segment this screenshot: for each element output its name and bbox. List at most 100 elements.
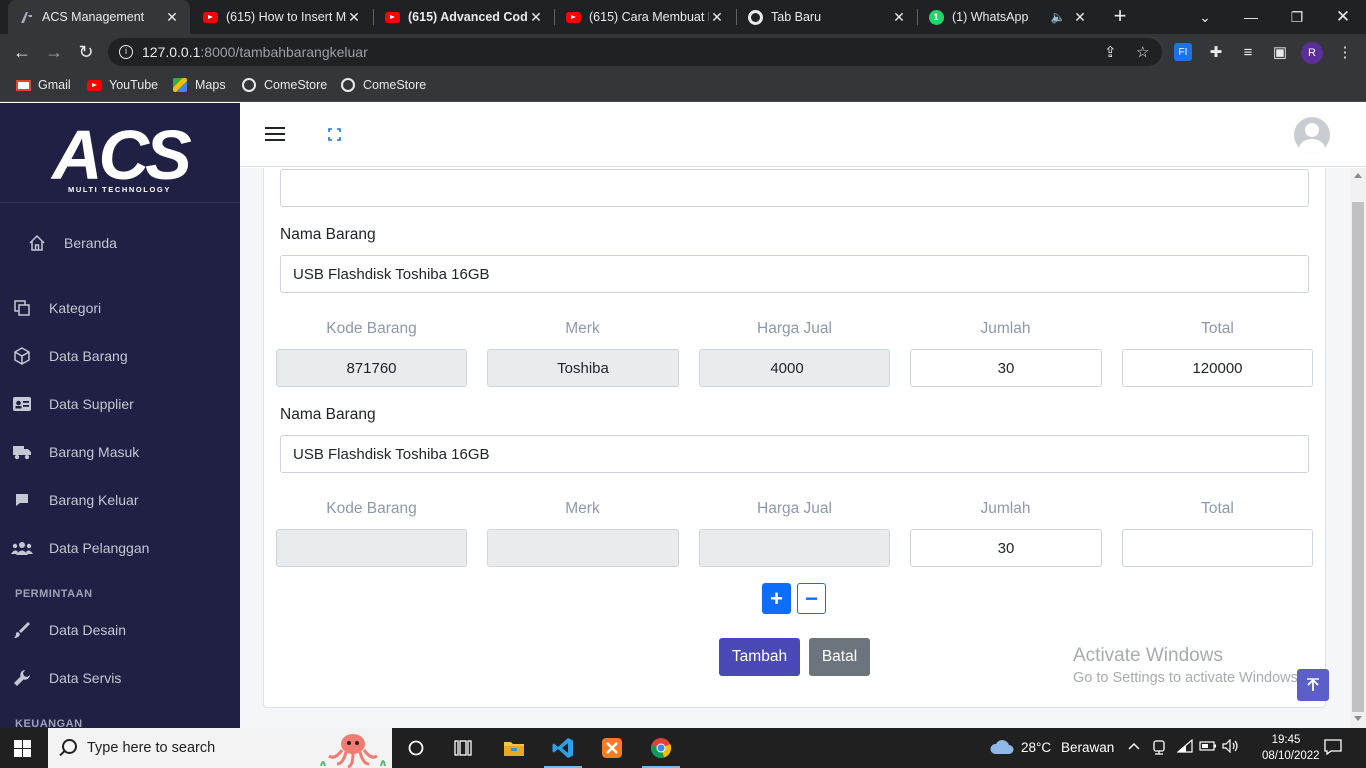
sidebar-item-data-barang[interactable]: Data Barang xyxy=(0,336,240,376)
extension-fi-icon[interactable]: FI xyxy=(1174,43,1192,61)
bookmark-maps[interactable]: Maps xyxy=(172,77,226,93)
extensions-puzzle-icon[interactable]: ✚ xyxy=(1207,43,1225,61)
chrome-taskbar-icon[interactable] xyxy=(649,736,673,760)
jumlah-input-1[interactable]: 30 xyxy=(910,349,1102,387)
nama-barang-select-2[interactable]: USB Flashdisk Toshiba 16GB xyxy=(280,435,1309,473)
file-explorer-icon[interactable] xyxy=(502,736,526,760)
windows-start-button[interactable] xyxy=(14,740,31,757)
back-button[interactable]: ← xyxy=(11,41,33,63)
copy-icon xyxy=(11,297,33,319)
task-view-icon[interactable] xyxy=(404,736,428,760)
hamburger-menu-icon[interactable] xyxy=(265,127,285,143)
restore-button[interactable]: ❐ xyxy=(1274,0,1320,34)
sidebar-item-barang-keluar[interactable]: Barang Keluar xyxy=(0,480,240,520)
sidebar-item-barang-masuk[interactable]: Barang Masuk xyxy=(0,432,240,472)
media-queue-icon[interactable]: ≡ xyxy=(1239,43,1257,61)
tab-title: (615) Advanced Code xyxy=(408,10,528,24)
bookmarks-bar: Gmail YouTube Maps ComeStore ComeStore xyxy=(0,70,1366,102)
audio-playing-icon[interactable]: 🔈 xyxy=(1050,10,1066,24)
merk-field-1: Toshiba xyxy=(487,349,679,387)
share-icon[interactable]: ⇪ xyxy=(1104,43,1117,61)
sidebar-item-data-servis[interactable]: Data Servis xyxy=(0,658,240,698)
weather-desc[interactable]: Berawan xyxy=(1061,740,1114,755)
tab-youtube-3[interactable]: (615) Cara Membuat F ✕ xyxy=(555,0,735,34)
battery-icon[interactable] xyxy=(1199,740,1217,755)
sidebar: ACS MULTI TECHNOLOGY Beranda Kategori Da… xyxy=(0,103,240,728)
sidebar-item-beranda[interactable]: Beranda xyxy=(0,223,240,263)
bookmark-youtube[interactable]: YouTube xyxy=(86,77,158,93)
harga-jual-field-1: 4000 xyxy=(699,349,890,387)
search-icon xyxy=(62,739,77,754)
search-highlight-octopus-icon xyxy=(315,730,391,768)
site-info-icon[interactable]: i xyxy=(119,45,133,59)
col-merk: Merk xyxy=(565,500,600,517)
bookmark-star-icon[interactable]: ☆ xyxy=(1136,43,1149,61)
page-scrollbar[interactable] xyxy=(1350,168,1366,728)
bookmark-comestore-2[interactable]: ComeStore xyxy=(340,77,426,93)
reload-button[interactable]: ↻ xyxy=(75,41,97,63)
weather-temp[interactable]: 28°C xyxy=(1021,740,1051,755)
scroll-down-arrow-icon[interactable] xyxy=(1354,716,1362,721)
close-tab-icon[interactable]: ✕ xyxy=(346,9,362,26)
tab-youtube-2[interactable]: (615) Advanced Code ✕ xyxy=(374,0,554,34)
batal-button[interactable]: Batal xyxy=(809,638,870,676)
bookmark-comestore-1[interactable]: ComeStore xyxy=(241,77,327,93)
vscode-icon[interactable] xyxy=(551,736,575,760)
gmail-icon xyxy=(15,77,31,93)
forward-button[interactable]: → xyxy=(43,41,65,63)
tab-acs-management[interactable]: ACS Management ✕ xyxy=(8,0,190,34)
back-to-top-button[interactable] xyxy=(1297,669,1329,701)
close-tab-icon[interactable]: ✕ xyxy=(164,9,180,26)
total-field-2 xyxy=(1122,529,1313,567)
add-row-button[interactable]: + xyxy=(762,583,791,614)
close-tab-icon[interactable]: ✕ xyxy=(1072,9,1088,26)
tambah-button[interactable]: Tambah xyxy=(719,638,800,676)
col-total: Total xyxy=(1201,320,1234,337)
close-tab-icon[interactable]: ✕ xyxy=(709,9,725,26)
sidebar-item-data-pelanggan[interactable]: Data Pelanggan xyxy=(0,528,240,568)
svg-text:MULTI TECHNOLOGY: MULTI TECHNOLOGY xyxy=(68,185,171,194)
sidebar-item-data-supplier[interactable]: Data Supplier xyxy=(0,384,240,424)
close-window-button[interactable]: ✕ xyxy=(1320,0,1366,34)
remove-row-button[interactable]: − xyxy=(797,583,826,614)
bookmark-gmail[interactable]: Gmail xyxy=(15,77,71,93)
weather-cloud-icon[interactable] xyxy=(989,738,1015,759)
merk-field-2 xyxy=(487,529,679,567)
sidebar-item-data-desain[interactable]: Data Desain xyxy=(0,610,240,650)
previous-field-input[interactable] xyxy=(280,169,1309,207)
users-icon xyxy=(11,537,33,559)
profile-avatar[interactable]: R xyxy=(1301,42,1323,64)
tab-whatsapp[interactable]: 1 (1) WhatsApp 🔈 ✕ xyxy=(918,0,1098,34)
taskbar-clock[interactable]: 19:45 08/10/2022 xyxy=(1262,732,1320,764)
app-header xyxy=(240,103,1366,167)
close-tab-icon[interactable]: ✕ xyxy=(891,9,907,26)
xampp-icon[interactable] xyxy=(600,736,624,760)
sidebar-item-kategori[interactable]: Kategori xyxy=(0,288,240,328)
wrench-icon xyxy=(11,667,33,689)
tray-chevron-up-icon[interactable] xyxy=(1128,739,1140,754)
notifications-icon[interactable] xyxy=(1324,739,1342,758)
minimize-button[interactable]: — xyxy=(1228,0,1274,34)
scroll-up-arrow-icon[interactable] xyxy=(1354,173,1362,178)
tab-search-chevron-icon[interactable]: ⌄ xyxy=(1182,0,1228,34)
user-avatar[interactable] xyxy=(1294,117,1330,153)
new-tab-button[interactable]: + xyxy=(1109,5,1131,27)
nama-barang-select-1[interactable]: USB Flashdisk Toshiba 16GB xyxy=(280,255,1309,293)
side-panel-icon[interactable]: ▣ xyxy=(1271,43,1289,61)
wifi-icon[interactable] xyxy=(1176,738,1193,756)
meet-now-icon[interactable] xyxy=(1152,739,1166,758)
scrollbar-thumb[interactable] xyxy=(1352,202,1364,712)
volume-icon[interactable] xyxy=(1222,738,1240,756)
tab-new-tab[interactable]: Tab Baru ✕ xyxy=(737,0,917,34)
tab-youtube-1[interactable]: (615) How to Insert M ✕ xyxy=(192,0,372,34)
activate-windows-subtitle: Go to Settings to activate Windows. xyxy=(1073,670,1302,686)
close-tab-icon[interactable]: ✕ xyxy=(528,9,544,26)
address-bar[interactable]: i 127.0.0.1:8000/tambahbarangkeluar ⇪ ☆ xyxy=(108,38,1162,66)
col-kode-barang: Kode Barang xyxy=(326,500,417,517)
menu-dots-icon[interactable]: ⋮ xyxy=(1336,43,1354,61)
widgets-icon[interactable] xyxy=(451,736,475,760)
tab-title: Tab Baru xyxy=(771,10,822,24)
acs-logo[interactable]: ACS MULTI TECHNOLOGY xyxy=(50,113,195,195)
fullscreen-icon[interactable] xyxy=(328,128,341,141)
jumlah-input-2[interactable]: 30 xyxy=(910,529,1102,567)
